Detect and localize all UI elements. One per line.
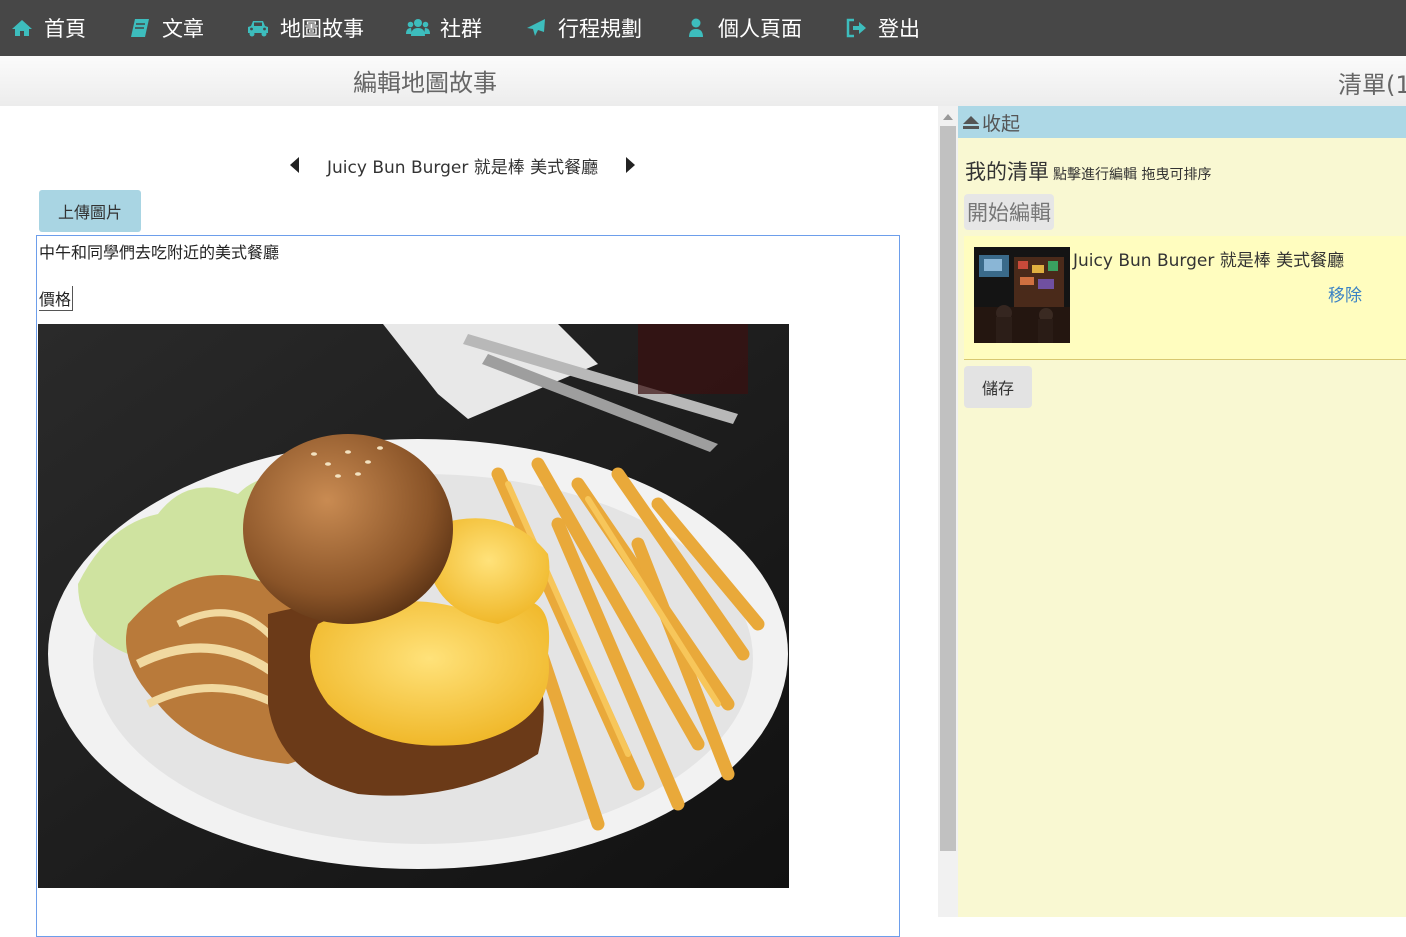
sign-out-icon [844,16,868,40]
burger-photo [38,324,789,888]
nav-logout[interactable]: 登出 [844,13,920,43]
nav-map-story[interactable]: 地圖故事 [246,13,364,43]
prev-place-arrow-icon[interactable] [290,157,299,173]
scroll-up-arrow-icon[interactable] [943,114,953,120]
place-title: Juicy Bun Burger 就是棒 美式餐廳 [327,157,599,178]
user-icon [684,16,708,40]
content-line-2: 價格 [39,286,74,311]
eject-icon [962,114,980,130]
nav-profile-label: 個人頁面 [718,17,802,41]
save-button[interactable]: 儲存 [964,366,1032,408]
book-icon [128,16,152,40]
collapse-label: 收起 [982,112,1021,135]
top-nav: 首頁 文章 地圖故事 社群 行程規劃 個人頁面 登出 [0,0,1406,56]
story-editor: Juicy Bun Burger 就是棒 美式餐廳 上傳圖片 中午和同學們去吃附… [0,106,938,937]
page-title: 編輯地圖故事 [353,69,497,97]
car-icon [246,16,270,40]
nav-articles[interactable]: 文章 [128,13,204,43]
home-icon [10,16,34,40]
nav-community[interactable]: 社群 [406,13,482,43]
nav-articles-label: 文章 [162,17,204,41]
story-content-editor[interactable]: 中午和同學們去吃附近的美式餐廳 價格 [36,235,900,937]
list-hint: 點擊進行編輯 拖曳可排序 [1053,167,1212,183]
list-title: 我的清單 點擊進行編輯 拖曳可排序 [965,156,1211,186]
nav-profile[interactable]: 個人頁面 [684,13,802,43]
remove-link[interactable]: 移除 [1328,281,1362,306]
nav-home[interactable]: 首頁 [10,13,86,43]
place-thumbnail [974,247,1070,343]
list-item[interactable]: Juicy Bun Burger 就是棒 美式餐廳 移除 [964,236,1406,360]
upload-image-button[interactable]: 上傳圖片 [39,190,141,232]
sub-header: 編輯地圖故事 清單(1 [0,56,1406,107]
nav-trip-planning-label: 行程規劃 [558,17,642,41]
nav-home-label: 首頁 [44,17,86,41]
content-line-1: 中午和同學們去吃附近的美式餐廳 [39,243,280,262]
place-navigator: Juicy Bun Burger 就是棒 美式餐廳 [290,150,636,180]
next-place-arrow-icon[interactable] [626,157,636,173]
scroll-thumb[interactable] [940,126,956,851]
plane-icon [524,16,548,40]
start-edit-button[interactable]: 開始編輯 [964,194,1054,230]
users-icon [406,16,430,40]
list-item-name: Juicy Bun Burger 就是棒 美式餐廳 [1073,251,1345,271]
nav-map-story-label: 地圖故事 [280,17,364,41]
nav-trip-planning[interactable]: 行程規劃 [524,13,642,43]
editor-scrollbar[interactable] [938,106,958,917]
list-panel-title: 清單(1 [1338,71,1406,99]
nav-community-label: 社群 [440,17,482,41]
collapse-toggle[interactable]: 收起 [958,106,1406,138]
my-list-panel: 收起 我的清單 點擊進行編輯 拖曳可排序 開始編輯 Juicy Bun Burge… [958,106,1406,917]
list-title-text: 我的清單 [965,160,1049,184]
nav-logout-label: 登出 [878,17,920,41]
